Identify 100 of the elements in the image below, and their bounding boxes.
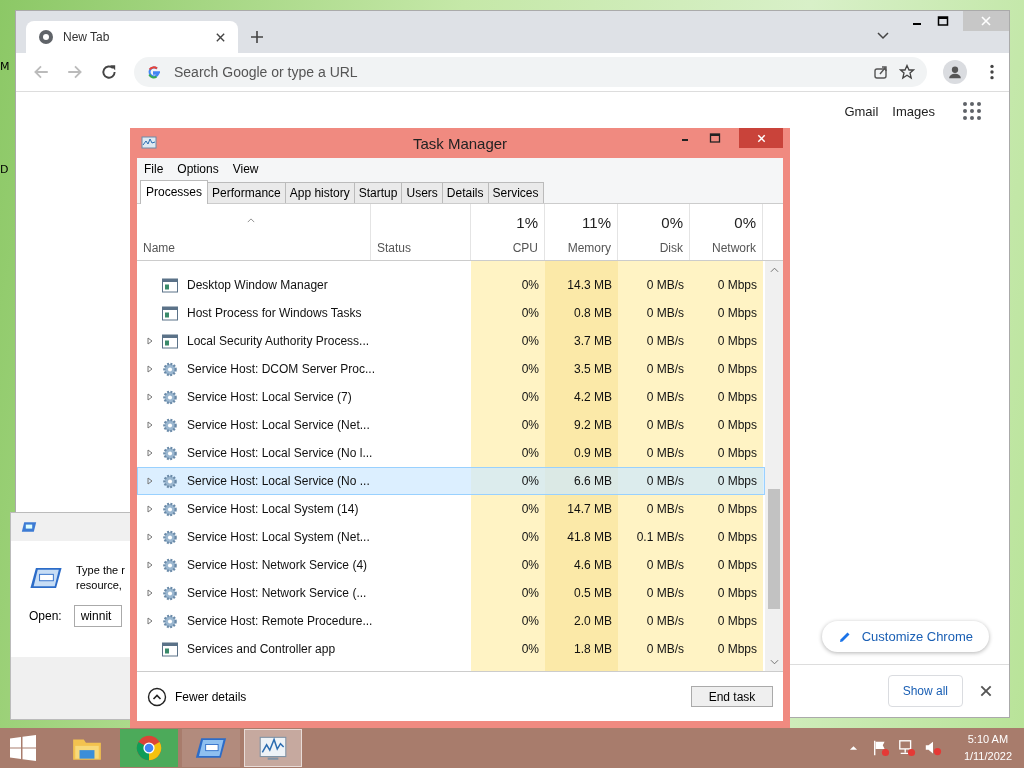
expand-icon[interactable] bbox=[147, 477, 153, 485]
share-icon[interactable] bbox=[873, 64, 889, 80]
gear-icon bbox=[162, 445, 178, 461]
show-hidden-icon[interactable] bbox=[848, 745, 858, 751]
process-row[interactable]: Service Host: Local Service (7) 0% 4.2 MB 0 MB/s 0 Mbps bbox=[137, 383, 765, 411]
reload-icon[interactable] bbox=[100, 63, 118, 81]
command-field[interactable]: winnit bbox=[73, 605, 122, 627]
usage-value: 0 MB/s bbox=[645, 614, 685, 628]
expand-icon[interactable] bbox=[147, 337, 153, 345]
gear-icon bbox=[162, 473, 178, 489]
scroll-thumb[interactable] bbox=[768, 489, 780, 609]
column-header[interactable]: 11% Memory bbox=[545, 204, 618, 260]
usage-value: 0 MB/s bbox=[645, 446, 685, 460]
column-header[interactable]: Name bbox=[137, 204, 371, 260]
speaker-icon[interactable] bbox=[923, 739, 942, 757]
maximize-icon[interactable] bbox=[709, 132, 721, 144]
process-row[interactable]: Service Host: DCOM Server Proc... 0% 3.5 MB 0 MB/s 0 Mbps bbox=[137, 355, 765, 383]
show-all-button[interactable]: Show all bbox=[887, 675, 963, 707]
prompt-text: resource, bbox=[76, 578, 123, 593]
usage-value: 0 Mbps bbox=[716, 530, 758, 544]
browser-tab[interactable]: New Tab bbox=[26, 21, 238, 53]
network-icon[interactable] bbox=[897, 739, 916, 757]
fewer-details-button[interactable]: Fewer details bbox=[147, 686, 247, 707]
process-row[interactable]: Service Host: Remote Procedure... 0% 2.0 MB 0 MB/s 0 Mbps bbox=[137, 607, 765, 635]
expand-icon[interactable] bbox=[147, 617, 153, 625]
expand-icon[interactable] bbox=[147, 561, 153, 569]
tab[interactable]: Processes bbox=[140, 180, 209, 204]
window-icon bbox=[162, 277, 178, 293]
new-tab-icon[interactable] bbox=[250, 30, 264, 44]
tab[interactable]: Startup bbox=[353, 182, 403, 203]
clock[interactable]: 5:10 AM 1/11/2022 bbox=[963, 731, 1012, 765]
process-row[interactable]: Service Host: Local Service (No ... 0% 6.6 MB 0 MB/s 0 Mbps bbox=[137, 467, 765, 495]
taskbar-app[interactable] bbox=[182, 729, 240, 767]
close-icon[interactable] bbox=[979, 684, 993, 698]
column-header[interactable]: Status bbox=[371, 204, 471, 260]
tab[interactable]: Details bbox=[441, 182, 489, 203]
end-task-button[interactable]: End task bbox=[691, 686, 773, 707]
process-row[interactable]: Service Host: Local System (Net... 0% 41.8 MB 0.1 MB/s 0 Mbps bbox=[137, 523, 765, 551]
process-name: Service Host: DCOM Server Proc... bbox=[187, 362, 376, 376]
usage-value: 0% bbox=[520, 362, 540, 376]
column-label: Disk bbox=[659, 241, 683, 255]
expand-icon[interactable] bbox=[147, 365, 153, 373]
process-row[interactable]: Service Host: Local System (14) 0% 14.7 MB 0 MB/s 0 Mbps bbox=[137, 495, 765, 523]
expand-icon[interactable] bbox=[147, 393, 153, 401]
process-row[interactable]: Service Host: Local Service (Net... 0% 9.2 MB 0 MB/s 0 Mbps bbox=[137, 411, 765, 439]
column-header[interactable]: 1% CPU bbox=[471, 204, 545, 260]
maximize-icon[interactable] bbox=[937, 15, 949, 27]
close-icon bbox=[980, 15, 992, 27]
star-icon[interactable] bbox=[899, 64, 915, 80]
caret-icon[interactable] bbox=[877, 32, 889, 40]
tab[interactable]: App history bbox=[284, 182, 355, 203]
address-bar[interactable]: Search Google or type a URL bbox=[134, 57, 927, 87]
process-row[interactable]: Services and Controller app 0% 1.8 MB 0 MB/s 0 Mbps bbox=[137, 635, 765, 663]
column-header[interactable]: 0% Network bbox=[690, 204, 763, 260]
header-link[interactable]: Images bbox=[892, 103, 935, 119]
process-row[interactable]: Local Security Authority Process... 0% 3.7 MB 0 MB/s 0 Mbps bbox=[137, 327, 765, 355]
process-row[interactable]: Host Process for Windows Tasks 0% 0.8 MB 0 MB/s 0 Mbps bbox=[137, 299, 765, 327]
close-button[interactable] bbox=[739, 128, 783, 148]
usage-value: 0 MB/s bbox=[645, 586, 685, 600]
usage-value: 6.6 MB bbox=[573, 474, 613, 488]
profile-avatar[interactable] bbox=[943, 60, 967, 84]
process-row[interactable]: Service Host: Network Service (... 0% 0.5 MB 0 MB/s 0 Mbps bbox=[137, 579, 765, 607]
clock-date: 1/11/2022 bbox=[963, 749, 1012, 764]
process-row[interactable]: Service Host: Local Service (No l... 0% 0.9 MB 0 MB/s 0 Mbps bbox=[137, 439, 765, 467]
window-icon bbox=[162, 333, 178, 349]
usage-value: 0 MB/s bbox=[645, 642, 685, 656]
tab[interactable]: Services bbox=[487, 182, 544, 203]
expand-icon[interactable] bbox=[147, 533, 153, 541]
column-header[interactable]: 0% Disk bbox=[618, 204, 690, 260]
taskbar-app[interactable] bbox=[244, 729, 302, 767]
usage-value: 0.9 MB bbox=[573, 446, 613, 460]
process-name: Host Process for Windows Tasks bbox=[187, 306, 362, 320]
usage-value: 0% bbox=[520, 586, 540, 600]
usage-value: 0 Mbps bbox=[716, 642, 758, 656]
process-name: Service Host: Remote Procedure... bbox=[187, 614, 373, 628]
expand-icon[interactable] bbox=[147, 505, 153, 513]
usage-value: 0 Mbps bbox=[716, 558, 758, 572]
apps-grid-icon[interactable] bbox=[963, 102, 981, 120]
menu-item[interactable]: File bbox=[144, 162, 164, 176]
process-row[interactable]: Desktop Window Manager 0% 14.3 MB 0 MB/s 0 Mbps bbox=[137, 271, 765, 299]
scroll-down-icon[interactable] bbox=[769, 659, 779, 665]
process-row[interactable]: Service Host: Network Service (4) 0% 4.6 MB 0 MB/s 0 Mbps bbox=[137, 551, 765, 579]
taskbar-app[interactable] bbox=[120, 729, 178, 767]
usage-value: 0% bbox=[520, 418, 540, 432]
close-icon[interactable] bbox=[215, 31, 226, 43]
header-link[interactable]: Gmail bbox=[844, 103, 879, 119]
tab[interactable]: Users bbox=[401, 182, 443, 203]
start-icon[interactable] bbox=[10, 735, 36, 761]
flag-icon[interactable] bbox=[871, 739, 890, 757]
expand-icon[interactable] bbox=[147, 589, 153, 597]
expand-icon[interactable] bbox=[147, 421, 153, 429]
scrollbar[interactable] bbox=[765, 261, 783, 671]
address-field[interactable]: Search Google or type a URL bbox=[172, 63, 863, 81]
expand-icon[interactable] bbox=[147, 449, 153, 457]
tab[interactable]: Performance bbox=[207, 182, 286, 203]
menu-item[interactable]: View bbox=[232, 162, 259, 176]
usage-value: 3.5 MB bbox=[573, 362, 613, 376]
menu-item[interactable]: Options bbox=[177, 162, 219, 176]
customize-button[interactable]: Customize Chrome bbox=[821, 621, 989, 652]
scroll-up-icon[interactable] bbox=[769, 267, 779, 273]
